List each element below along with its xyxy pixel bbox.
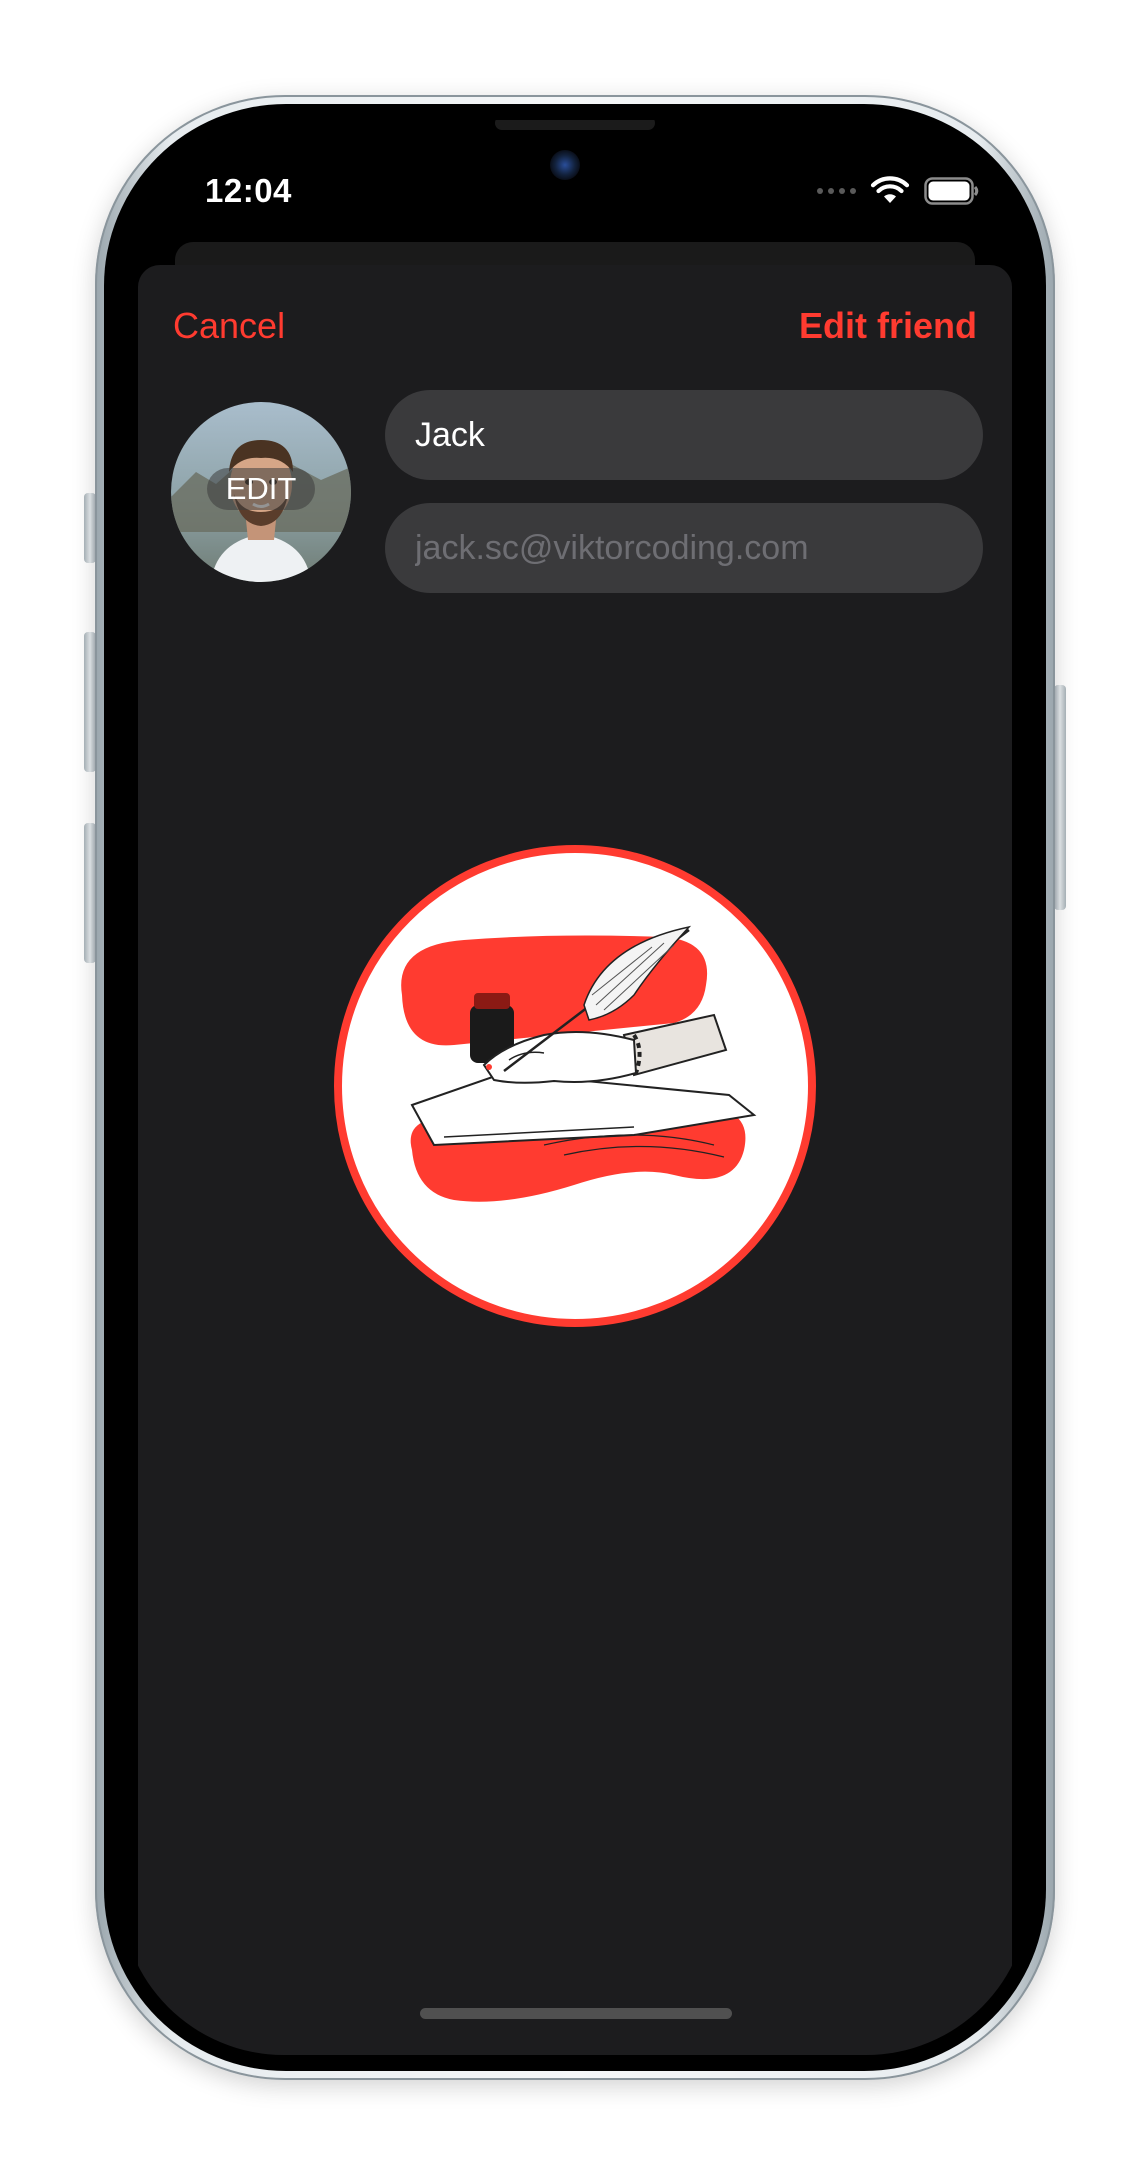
home-indicator[interactable] — [420, 2008, 732, 2019]
phone-screen: 12:04 Cancel Edit friend EDIT Jack jack.… — [120, 120, 1030, 2055]
status-indicators — [817, 174, 980, 208]
battery-icon — [924, 177, 979, 205]
avatar[interactable]: EDIT — [171, 402, 351, 582]
status-time: 12:04 — [205, 172, 292, 209]
earpiece-speaker — [495, 120, 655, 130]
quill-writing-illustration — [334, 845, 816, 1327]
sheet-title: Edit friend — [799, 305, 977, 346]
wifi-icon — [870, 176, 910, 203]
stage: 12:04 Cancel Edit friend EDIT Jack jack.… — [0, 0, 1147, 2164]
front-camera — [550, 150, 580, 180]
avatar-edit-label: EDIT — [207, 468, 315, 510]
email-field[interactable] — [385, 503, 983, 593]
name-field[interactable] — [385, 390, 983, 480]
edit-friend-sheet: Cancel Edit friend EDIT Jack jack.sc@vik… — [138, 265, 1012, 2055]
power-button — [1054, 685, 1066, 910]
cancel-button[interactable]: Cancel — [173, 305, 285, 347]
cellular-dots-icon — [817, 188, 856, 194]
